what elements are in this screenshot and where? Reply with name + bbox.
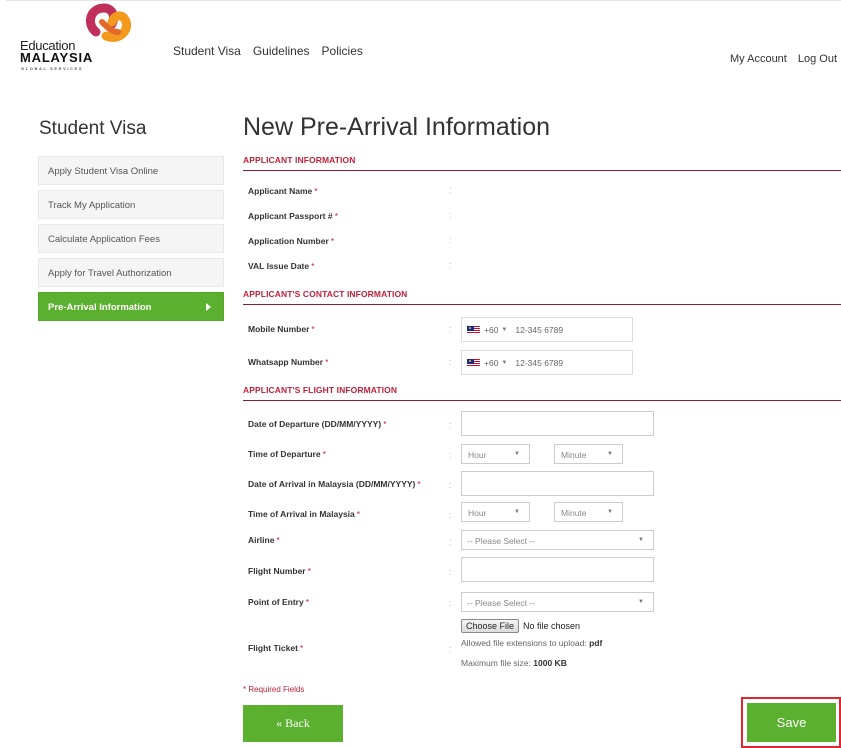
colon: : [449, 235, 452, 245]
sidebar-item-label: Pre-Arrival Information [48, 302, 152, 313]
top-nav: Student Visa Guidelines Policies [173, 44, 363, 58]
nav-policies[interactable]: Policies [322, 44, 363, 58]
label-flight-ticket: Flight Ticket * [248, 643, 304, 653]
label-departure-date: Date of Departure (DD/MM/YYYY) * [248, 419, 387, 429]
chevron-down-icon[interactable]: ▼ [501, 360, 507, 366]
logo-text-global-services: GLOBAL SERVICES [21, 66, 84, 71]
chevron-down-icon[interactable]: ▼ [514, 451, 520, 457]
sidebar-item-apply-student-visa[interactable]: Apply Student Visa Online [38, 156, 224, 185]
sidebar-item-label: Apply Student Visa Online [48, 166, 159, 177]
logo-swirl-icon [85, 3, 132, 42]
header-divider [6, 0, 841, 1]
colon: : [449, 567, 452, 577]
label-application-number: Application Number * [248, 236, 335, 246]
colon: : [449, 210, 452, 220]
account-nav: My Account Log Out [730, 53, 837, 65]
section-header-flight: APPLICANT'S FLIGHT INFORMATION [243, 384, 841, 401]
malaysia-flag-icon[interactable] [467, 325, 480, 334]
label-point-of-entry: Point of Entry * [248, 597, 310, 607]
section-header-contact: APPLICANT'S CONTACT INFORMATION [243, 288, 841, 305]
label-passport: Applicant Passport # * [248, 211, 338, 221]
sidebar-item-track-application[interactable]: Track My Application [38, 190, 224, 219]
colon: : [449, 357, 452, 367]
colon: : [449, 598, 452, 608]
colon: : [449, 644, 452, 654]
label-arrival-time: Time of Arrival in Malaysia * [248, 509, 361, 519]
logo-text-malaysia: MALAYSIA [20, 50, 94, 65]
sidebar-menu: Apply Student Visa Online Track My Appli… [38, 156, 224, 326]
sidebar-item-travel-authorization[interactable]: Apply for Travel Authorization [38, 258, 224, 287]
departure-date-input[interactable] [461, 411, 654, 436]
label-airline: Airline * [248, 535, 280, 545]
colon: : [449, 450, 452, 460]
chevron-down-icon[interactable]: ▼ [501, 327, 507, 333]
back-button[interactable]: « Back [243, 705, 343, 742]
colon: : [449, 420, 452, 430]
max-file-size-note: Maximum file size: 1000 KB [461, 658, 567, 668]
colon: : [449, 260, 452, 270]
chevron-down-icon[interactable]: ▼ [514, 509, 520, 515]
label-whatsapp-number: Whatsapp Number * [248, 357, 329, 367]
colon: : [449, 480, 452, 490]
education-malaysia-logo[interactable]: Education MALAYSIA GLOBAL SERVICES [20, 2, 135, 74]
colon: : [449, 537, 452, 547]
country-code[interactable]: +60 [484, 358, 498, 368]
country-code[interactable]: +60 [484, 325, 498, 335]
sidebar-item-calculate-fees[interactable]: Calculate Application Fees [38, 224, 224, 253]
nav-my-account[interactable]: My Account [730, 53, 787, 65]
nav-student-visa[interactable]: Student Visa [173, 44, 241, 58]
departure-hour-select[interactable]: Hour ▼ [461, 444, 530, 464]
sidebar-item-label: Apply for Travel Authorization [48, 268, 172, 279]
whatsapp-number-placeholder[interactable]: 12-345 6789 [515, 358, 563, 368]
page-title: New Pre-Arrival Information [243, 113, 551, 141]
label-arrival-date: Date of Arrival in Malaysia (DD/MM/YYYY)… [248, 479, 421, 489]
airline-select[interactable]: -- Please Select -- ▼ [461, 530, 654, 550]
nav-guidelines[interactable]: Guidelines [253, 44, 310, 58]
label-departure-time: Time of Departure * [248, 449, 326, 459]
label-val-issue-date: VAL Issue Date * [248, 261, 315, 271]
colon: : [449, 324, 452, 334]
chevron-down-icon[interactable]: ▼ [638, 599, 644, 605]
arrival-minute-select[interactable]: Minute ▼ [554, 502, 623, 522]
required-fields-note: * Required Fields [243, 685, 305, 694]
sidebar-item-label: Track My Application [48, 200, 136, 211]
flight-ticket-file-input[interactable]: Choose File No file chosen [461, 619, 580, 633]
choose-file-button[interactable]: Choose File [461, 619, 520, 633]
nav-log-out[interactable]: Log Out [798, 53, 837, 65]
malaysia-flag-icon[interactable] [467, 358, 480, 367]
chevron-down-icon[interactable]: ▼ [638, 537, 644, 543]
sidebar-item-label: Calculate Application Fees [48, 234, 160, 245]
label-applicant-name: Applicant Name * [248, 186, 318, 196]
sidebar-item-pre-arrival[interactable]: Pre-Arrival Information [38, 292, 224, 321]
colon: : [449, 510, 452, 520]
mobile-number-field[interactable]: +60 ▼ 12-345 6789 [461, 317, 633, 342]
section-header-applicant: APPLICANT INFORMATION [243, 154, 841, 171]
save-button[interactable]: Save [747, 703, 836, 742]
chevron-down-icon[interactable]: ▼ [607, 509, 613, 515]
caret-right-icon [206, 303, 211, 311]
departure-minute-select[interactable]: Minute ▼ [554, 444, 623, 464]
label-flight-number: Flight Number * [248, 566, 311, 576]
flight-number-input[interactable] [461, 557, 654, 582]
arrival-hour-select[interactable]: Hour ▼ [461, 502, 530, 522]
label-mobile-number: Mobile Number * [248, 324, 315, 334]
allowed-extensions-note: Allowed file extensions to upload: pdf [461, 638, 603, 648]
colon: : [449, 185, 452, 195]
arrival-date-input[interactable] [461, 471, 654, 496]
sidebar-title: Student Visa [39, 118, 147, 139]
file-status: No file chosen [523, 621, 581, 631]
chevron-down-icon[interactable]: ▼ [607, 451, 613, 457]
mobile-number-placeholder[interactable]: 12-345 6789 [515, 325, 563, 335]
whatsapp-number-field[interactable]: +60 ▼ 12-345 6789 [461, 350, 633, 375]
point-of-entry-select[interactable]: -- Please Select -- ▼ [461, 592, 654, 612]
